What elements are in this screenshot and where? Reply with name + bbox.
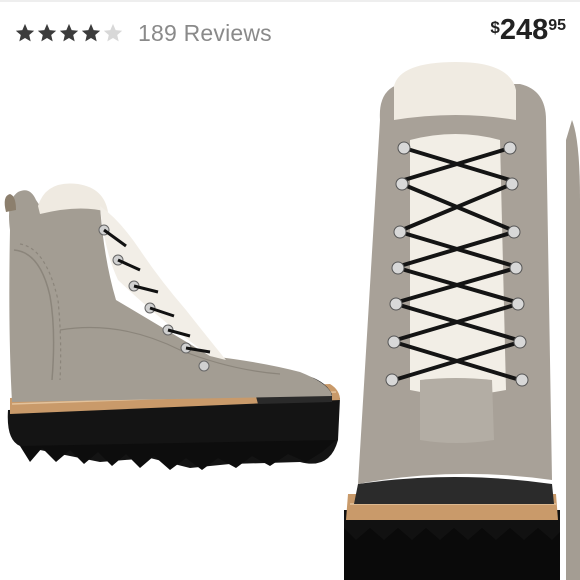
left-boot-side-view — [4, 183, 340, 470]
product-image — [4, 62, 580, 580]
right-boot-front-view — [344, 62, 580, 580]
